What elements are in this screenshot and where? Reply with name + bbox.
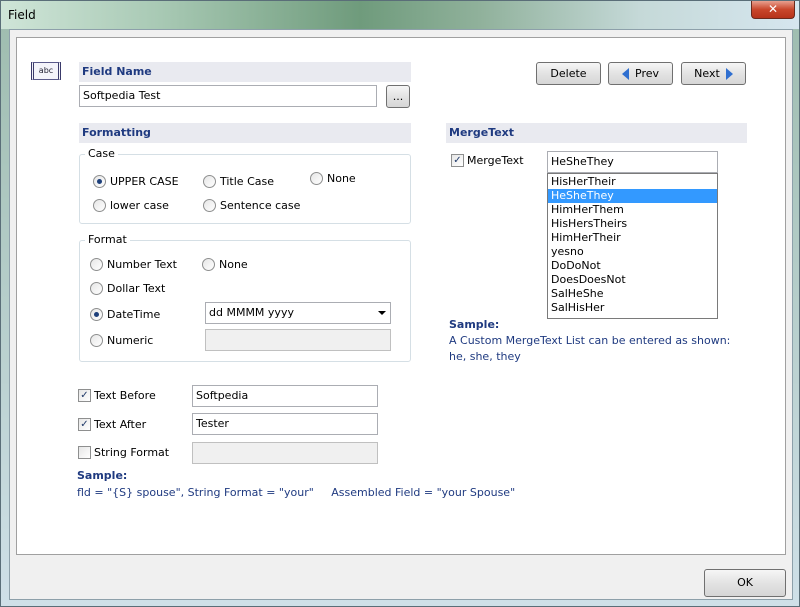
case-none-label: None [327, 172, 356, 185]
prev-label: Prev [635, 67, 659, 80]
title-case-label: Title Case [220, 175, 274, 188]
sentence-case-label: Sentence case [220, 199, 301, 212]
case-group: Case UPPER CASE Title Case None lower ca… [79, 147, 411, 224]
next-label: Next [694, 67, 720, 80]
text-after-label: Text After [94, 418, 147, 431]
radio-dollar-text[interactable] [90, 282, 103, 295]
window-title: Field [8, 8, 36, 22]
string-format-checkbox[interactable] [78, 446, 91, 459]
format-group-title: Format [85, 233, 130, 246]
mergetext-combo-input[interactable]: HeSheThey [547, 151, 718, 173]
field-name-header: Field Name [79, 62, 411, 82]
number-text-label: Number Text [107, 258, 177, 271]
right-arrow-icon [725, 68, 733, 80]
text-after-checkbox[interactable]: ✓ [78, 418, 91, 431]
string-format-label: String Format [94, 446, 170, 459]
title-bar[interactable]: Field ✕ [1, 1, 799, 29]
lower-case-label: lower case [110, 199, 169, 212]
mergetext-header: MergeText [446, 123, 747, 143]
delete-button[interactable]: Delete [536, 62, 601, 85]
radio-upper-case[interactable] [93, 175, 106, 188]
mergetext-checkbox[interactable]: ✓ [451, 154, 464, 167]
close-button[interactable]: ✕ [751, 1, 795, 19]
case-group-title: Case [85, 147, 118, 160]
radio-sentence-case[interactable] [203, 199, 216, 212]
numeric-label: Numeric [107, 334, 154, 347]
radio-numeric[interactable] [90, 334, 103, 347]
field-dialog-window: Field ✕ abc Field Name Softpedia Test ..… [0, 0, 800, 607]
string-format-input[interactable] [192, 442, 378, 464]
left-arrow-icon [622, 68, 629, 80]
datetime-format-value: dd MMMM yyyy [209, 306, 294, 319]
list-item[interactable]: SalHeShe [548, 287, 717, 301]
list-item[interactable]: HimHerTheir [548, 231, 717, 245]
numeric-format-input[interactable] [205, 329, 391, 351]
prev-button[interactable]: Prev [608, 62, 673, 85]
text-before-checkbox[interactable]: ✓ [78, 389, 91, 402]
dollar-text-label: Dollar Text [107, 282, 166, 295]
mergetext-dropdown-list[interactable]: HisHerTheir HeSheThey HimHerThem HisHers… [547, 173, 718, 319]
radio-datetime[interactable] [90, 308, 103, 321]
datetime-label: DateTime [107, 308, 161, 321]
ok-button[interactable]: OK [704, 569, 786, 597]
list-item[interactable]: HisHerTheir [548, 175, 717, 189]
bottom-sample-label: Sample: [77, 469, 128, 482]
text-before-label: Text Before [94, 389, 156, 402]
list-item[interactable]: SalHisHer [548, 301, 717, 315]
delete-label: Delete [550, 67, 587, 80]
ok-label: OK [737, 576, 753, 589]
chevron-down-icon[interactable] [378, 311, 386, 315]
formatting-header: Formatting [79, 123, 411, 143]
format-group: Format Number Text None Dollar Text Date… [79, 233, 411, 362]
abc-field-icon: abc [31, 62, 61, 80]
browse-button[interactable]: ... [386, 85, 410, 108]
next-button[interactable]: Next [681, 62, 746, 85]
field-icon-text: abc [38, 66, 54, 75]
mergetext-checkbox-label: MergeText [467, 154, 524, 167]
list-item[interactable]: DoesDoesNot [548, 273, 717, 287]
radio-lower-case[interactable] [93, 199, 106, 212]
text-after-input[interactable]: Tester [192, 413, 378, 435]
list-item[interactable]: HimHerThem [548, 203, 717, 217]
list-item[interactable]: yesno [548, 245, 717, 259]
main-panel: abc Field Name Softpedia Test ... Delete… [16, 37, 786, 555]
list-item-selected[interactable]: HeSheThey [548, 189, 717, 203]
field-name-input[interactable]: Softpedia Test [79, 85, 377, 107]
format-none-label: None [219, 258, 248, 271]
radio-title-case[interactable] [203, 175, 216, 188]
merge-sample-text-2: he, she, they [449, 350, 521, 363]
text-before-input[interactable]: Softpedia [192, 385, 378, 407]
upper-case-label: UPPER CASE [110, 175, 179, 188]
radio-format-none[interactable] [202, 258, 215, 271]
radio-case-none[interactable] [310, 172, 323, 185]
list-item[interactable]: HisHersTheirs [548, 217, 717, 231]
datetime-format-select[interactable]: dd MMMM yyyy [205, 302, 391, 324]
merge-sample-text-1: A Custom MergeText List can be entered a… [449, 334, 731, 347]
merge-sample-label: Sample: [449, 318, 500, 331]
list-item[interactable]: DoDoNot [548, 259, 717, 273]
bottom-sample-text: fld = "{S} spouse", String Format = "you… [77, 486, 516, 499]
radio-number-text[interactable] [90, 258, 103, 271]
